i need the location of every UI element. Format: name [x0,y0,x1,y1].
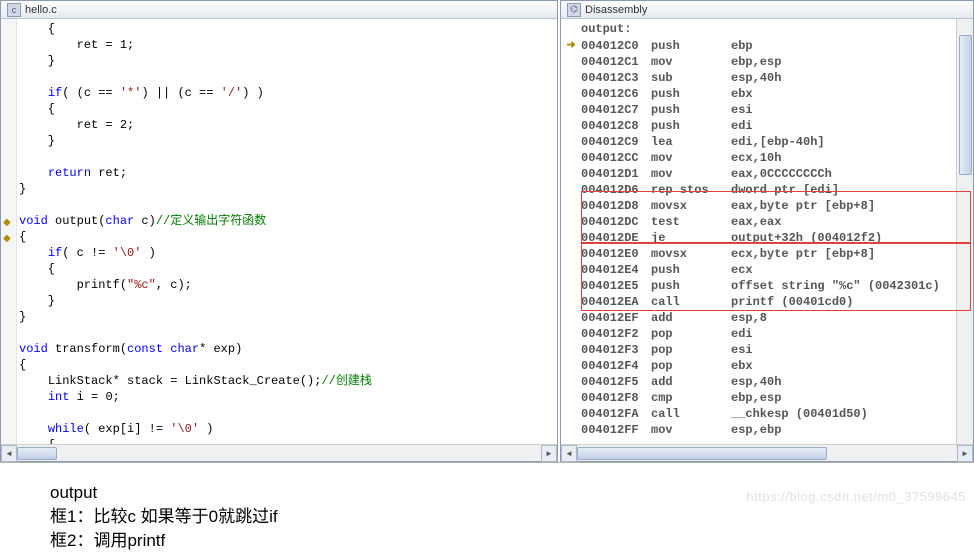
disasm-row[interactable]: 004012DEjeoutput+32h (004012f2) [561,230,973,246]
annotation-notes: output 框1：比较c 如果等于0就跳过if 框2：调用printf [0,463,974,553]
disasm-row[interactable]: 004012F4popebx [561,358,973,374]
disassembly-tab[interactable]: ⌬ Disassembly [561,1,973,19]
scroll-right-button[interactable]: ► [957,445,973,462]
source-tab[interactable]: c hello.c [1,1,557,19]
scroll-thumb[interactable] [577,447,827,460]
disassembly-view[interactable]: output:➜004012C0pushebp004012C1movebp,es… [561,19,973,444]
disasm-row[interactable]: 004012D6rep stosdword ptr [edi] [561,182,973,198]
disassembly-tab-title: Disassembly [585,4,647,16]
disasm-row[interactable]: 004012FAcall__chkesp (00401d50) [561,406,973,422]
disasm-row[interactable]: 004012CCmovecx,10h [561,150,973,166]
disasm-row[interactable]: 004012DCtesteax,eax [561,214,973,230]
scroll-right-button[interactable]: ► [541,445,557,462]
source-tab-title: hello.c [25,4,57,16]
disasm-row[interactable]: 004012D8movsxeax,byte ptr [ebp+8] [561,198,973,214]
disasm-row[interactable]: 004012C9leaedi,[ebp-40h] [561,134,973,150]
code-gutter: ◆◆ [1,19,17,444]
disassembly-panel: ⌬ Disassembly output:➜004012C0pushebp004… [560,0,974,462]
disasm-row[interactable]: 004012C8pushedi [561,118,973,134]
disasm-row[interactable]: 004012F5addesp,40h [561,374,973,390]
note-line-2: 框1：比较c 如果等于0就跳过if [50,505,974,529]
watermark: https://blog.csdn.net/m0_37599645 [746,489,966,504]
scrollbar-horizontal[interactable]: ◄ ► [1,444,557,461]
disasm-row[interactable]: 004012E4pushecx [561,262,973,278]
disasm-row[interactable]: 004012F2popedi [561,326,973,342]
code-view[interactable]: ◆◆ { ret = 1; } if( (c == '*') || (c == … [1,19,557,444]
code-lines: { ret = 1; } if( (c == '*') || (c == '/'… [17,19,557,444]
scroll-thumb-vertical[interactable] [959,35,972,175]
current-arrow-icon: ➜ [566,40,575,52]
source-panel: c hello.c ◆◆ { ret = 1; } if( (c == '*')… [0,0,558,462]
disasm-row[interactable]: 004012C6pushebx [561,86,973,102]
disasm-row[interactable]: 004012EAcallprintf (00401cd0) [561,294,973,310]
disasm-row[interactable]: 004012C1movebp,esp [561,54,973,70]
disasm-row[interactable]: 004012EFaddesp,8 [561,310,973,326]
note-line-3: 框2：调用printf [50,529,974,553]
scrollbar-vertical[interactable] [956,19,973,444]
c-file-icon: c [7,3,21,17]
disasm-row[interactable]: 004012C3subesp,40h [561,70,973,86]
scroll-left-button[interactable]: ◄ [561,445,577,462]
disasm-row[interactable]: 004012F3popesi [561,342,973,358]
disasm-row[interactable]: 004012D1moveax,0CCCCCCCCh [561,166,973,182]
disasm-row[interactable]: 004012E0movsxecx,byte ptr [ebp+8] [561,246,973,262]
disasm-icon: ⌬ [567,3,581,17]
scroll-left-button[interactable]: ◄ [1,445,17,462]
disasm-row[interactable]: 004012FFmovesp,ebp [561,422,973,438]
scroll-thumb[interactable] [17,447,57,460]
disasm-row[interactable]: 004012E5pushoffset string "%c" (0042301c… [561,278,973,294]
disasm-row[interactable]: ➜004012C0pushebp [561,37,973,54]
disasm-row[interactable]: 004012F8cmpebp,esp [561,390,973,406]
scrollbar-horizontal-right[interactable]: ◄ ► [561,444,973,461]
disasm-row[interactable]: 004012C7pushesi [561,102,973,118]
